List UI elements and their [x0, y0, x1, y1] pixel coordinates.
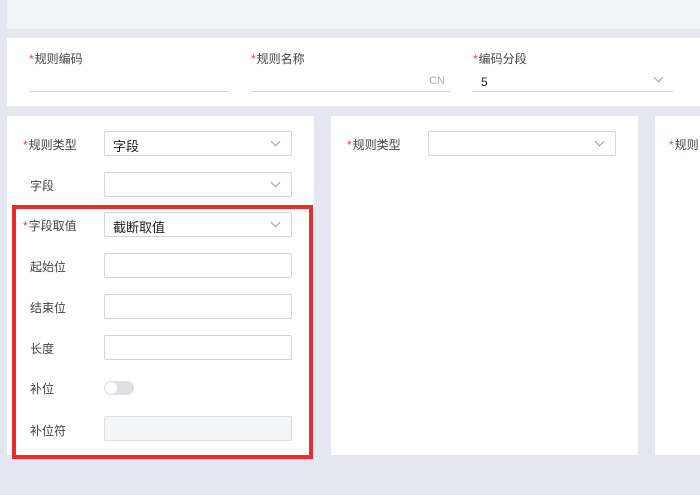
start-pos-label: 起始位 — [30, 260, 67, 274]
rule-name-label: *规则名称 — [251, 52, 305, 66]
rule-type-label: *规则 — [669, 138, 699, 152]
required-mark: * — [473, 52, 478, 66]
rule-code-label: *规则编码 — [29, 52, 83, 66]
language-suffix: CN — [429, 75, 445, 87]
pad-toggle[interactable] — [104, 381, 134, 395]
field-value-label: *字段取值 — [23, 219, 77, 233]
rule-header-panel: *规则编码 *规则名称 CN *编码分段 5 — [7, 38, 700, 106]
start-pos-input[interactable] — [104, 253, 292, 278]
end-pos-label: 结束位 — [30, 301, 67, 315]
segment-card-2: *规则类型 — [331, 116, 638, 455]
chevron-down-icon — [270, 136, 281, 147]
pad-char-label: 补位符 — [30, 424, 67, 438]
chevron-down-icon — [594, 136, 605, 147]
rule-name-input[interactable]: CN — [251, 72, 451, 92]
top-panel — [7, 0, 700, 29]
rule-type-label: *规则类型 — [347, 138, 401, 152]
chevron-down-icon — [653, 72, 664, 83]
rule-code-field: *规则编码 — [29, 50, 83, 68]
segment-card-3: *规则 — [655, 116, 700, 455]
chevron-down-icon — [270, 177, 281, 188]
required-mark: * — [251, 52, 256, 66]
pad-label: 补位 — [30, 382, 55, 396]
code-segment-select[interactable]: 5 — [473, 72, 674, 92]
segment-card-1: *规则类型 字段 字段 *字段取值 截断取值 起始位 结束位 长度 补位 补位符 — [7, 116, 314, 455]
length-label: 长度 — [30, 342, 55, 356]
rule-type-select[interactable]: 字段 — [104, 131, 292, 156]
toggle-knob — [105, 382, 117, 394]
chevron-down-icon — [270, 217, 281, 228]
code-segment-field: *编码分段 — [473, 50, 527, 68]
rule-type-label: *规则类型 — [23, 138, 77, 152]
length-input[interactable] — [104, 335, 292, 360]
field-value-select[interactable]: 截断取值 — [104, 212, 292, 237]
pad-char-input[interactable] — [104, 416, 292, 441]
field-select[interactable] — [104, 172, 292, 197]
end-pos-input[interactable] — [104, 294, 292, 319]
rule-code-input[interactable] — [29, 72, 229, 92]
rule-name-field: *规则名称 — [251, 50, 305, 68]
rule-type-select[interactable] — [428, 131, 616, 156]
required-mark: * — [29, 52, 34, 66]
code-segment-label: *编码分段 — [473, 52, 527, 66]
field-label: 字段 — [30, 179, 55, 193]
